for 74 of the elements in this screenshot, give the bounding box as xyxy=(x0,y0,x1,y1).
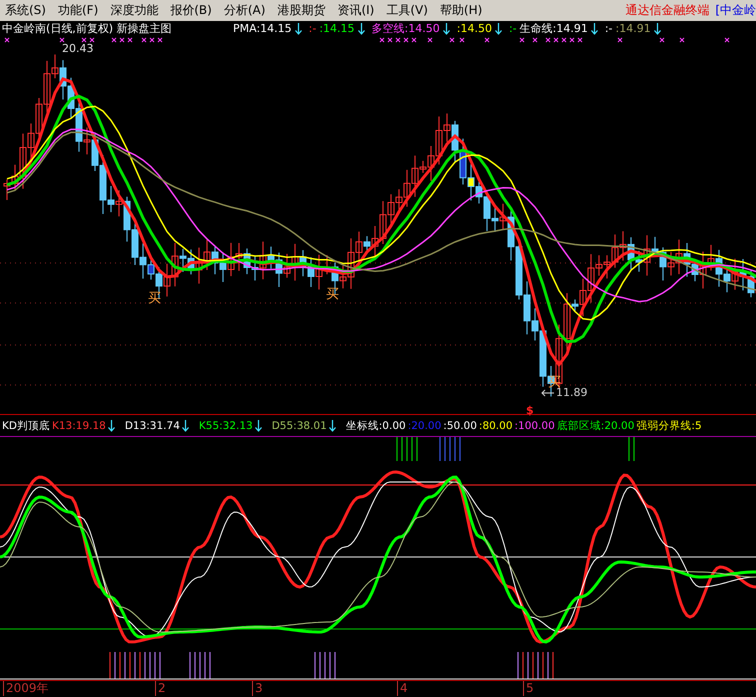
legend-label: K55:32.13 xyxy=(198,418,253,432)
menu-item[interactable]: 帮助(H) xyxy=(434,2,490,19)
cross-marker-icon xyxy=(90,38,94,42)
cross-marker-icon xyxy=(60,38,64,42)
menu-item[interactable]: 功能(F) xyxy=(52,2,106,19)
cross-marker-icon xyxy=(120,38,124,42)
cross-marker-icon xyxy=(388,38,392,42)
stock-tab[interactable]: [中金岭 xyxy=(715,2,756,19)
app-title: 通达信金融终端 xyxy=(624,2,710,19)
cross-marker-icon xyxy=(150,38,154,42)
cross-marker-icon xyxy=(380,38,384,42)
cross-marker-icon xyxy=(520,38,524,42)
date-label: 2009年 xyxy=(3,681,49,696)
price-high-label: 20.43 xyxy=(62,42,94,56)
cross-marker-icon xyxy=(532,38,538,42)
cross-marker-icon xyxy=(128,38,132,42)
menu-item[interactable]: 港股期货 xyxy=(272,2,332,19)
cross-marker-icon xyxy=(484,38,490,42)
cross-marker-icon xyxy=(412,38,416,42)
menu-item[interactable]: 报价(B) xyxy=(165,2,219,19)
legend-label: 中金岭南(日线,前复权) 新操盘主图 xyxy=(2,22,173,36)
legend-label: 强弱分界线:5 xyxy=(636,418,702,432)
buy-signal-label: 买 xyxy=(326,288,339,302)
legend-label: :- xyxy=(308,22,316,36)
date-label: 3 xyxy=(252,681,263,696)
cross-marker-icon xyxy=(578,38,582,42)
legend-label: 多空线:14.50 xyxy=(372,22,440,36)
menu-item[interactable]: 资讯(I) xyxy=(332,2,382,19)
cross-marker-icon xyxy=(158,38,162,42)
legend-label: :- xyxy=(508,22,517,36)
cross-marker-icon xyxy=(112,38,116,42)
signal-marker: $ xyxy=(526,404,534,418)
cross-marker-icon xyxy=(450,38,454,42)
cross-marker-icon xyxy=(4,38,10,42)
cross-marker-icon xyxy=(680,38,684,42)
cross-marker-icon xyxy=(562,38,566,42)
menu-item[interactable]: 分析(A) xyxy=(218,2,272,19)
price-low-label: 11.89 xyxy=(556,386,588,400)
cross-marker-icon xyxy=(618,38,622,42)
cross-marker-icon xyxy=(396,38,400,42)
legend-label: :20.00 xyxy=(408,418,442,432)
legend-label: K13:19.18 xyxy=(52,418,106,432)
date-label: 4 xyxy=(397,681,408,696)
legend-label: 生命线:14.91 xyxy=(520,22,588,36)
legend-label: :50.00 xyxy=(443,418,477,432)
cross-marker-icon xyxy=(554,38,558,42)
cross-marker-icon xyxy=(428,38,432,42)
menu-item[interactable]: 工具(V) xyxy=(381,2,435,19)
left-arrow-icon xyxy=(541,389,555,397)
cross-marker-icon xyxy=(660,38,664,42)
date-label: 5 xyxy=(523,681,534,696)
legend-label: :80.00 xyxy=(478,418,513,432)
legend-label: D13:31.74 xyxy=(124,418,180,432)
legend-label: PMA:14.15 xyxy=(233,22,292,36)
legend-label: :14.15 xyxy=(319,22,355,36)
date-label: 2 xyxy=(155,681,166,696)
legend-label: :100.00 xyxy=(514,418,555,432)
legend-label: 坐标线:0.00 xyxy=(346,418,406,432)
cross-marker-icon xyxy=(724,38,730,42)
legend-label: KD判顶底 xyxy=(2,418,50,432)
buy-signal-label: 买 xyxy=(148,292,161,306)
menu-item[interactable]: 系统(S) xyxy=(0,2,53,19)
legend-label: :14.91 xyxy=(616,22,651,36)
cross-marker-icon xyxy=(546,38,550,42)
cross-marker-icon xyxy=(460,38,464,42)
cross-marker-icon xyxy=(82,38,86,42)
menu-item[interactable]: 深度功能 xyxy=(105,2,166,19)
legend-label: 底部区域:20.00 xyxy=(556,418,634,432)
cross-marker-icon xyxy=(570,38,574,42)
legend-label: :14.50 xyxy=(456,22,492,36)
legend-label: D55:38.01 xyxy=(272,418,327,432)
cross-marker-icon xyxy=(404,38,408,42)
cross-marker-icon xyxy=(142,38,146,42)
legend-label: :- xyxy=(604,22,613,36)
